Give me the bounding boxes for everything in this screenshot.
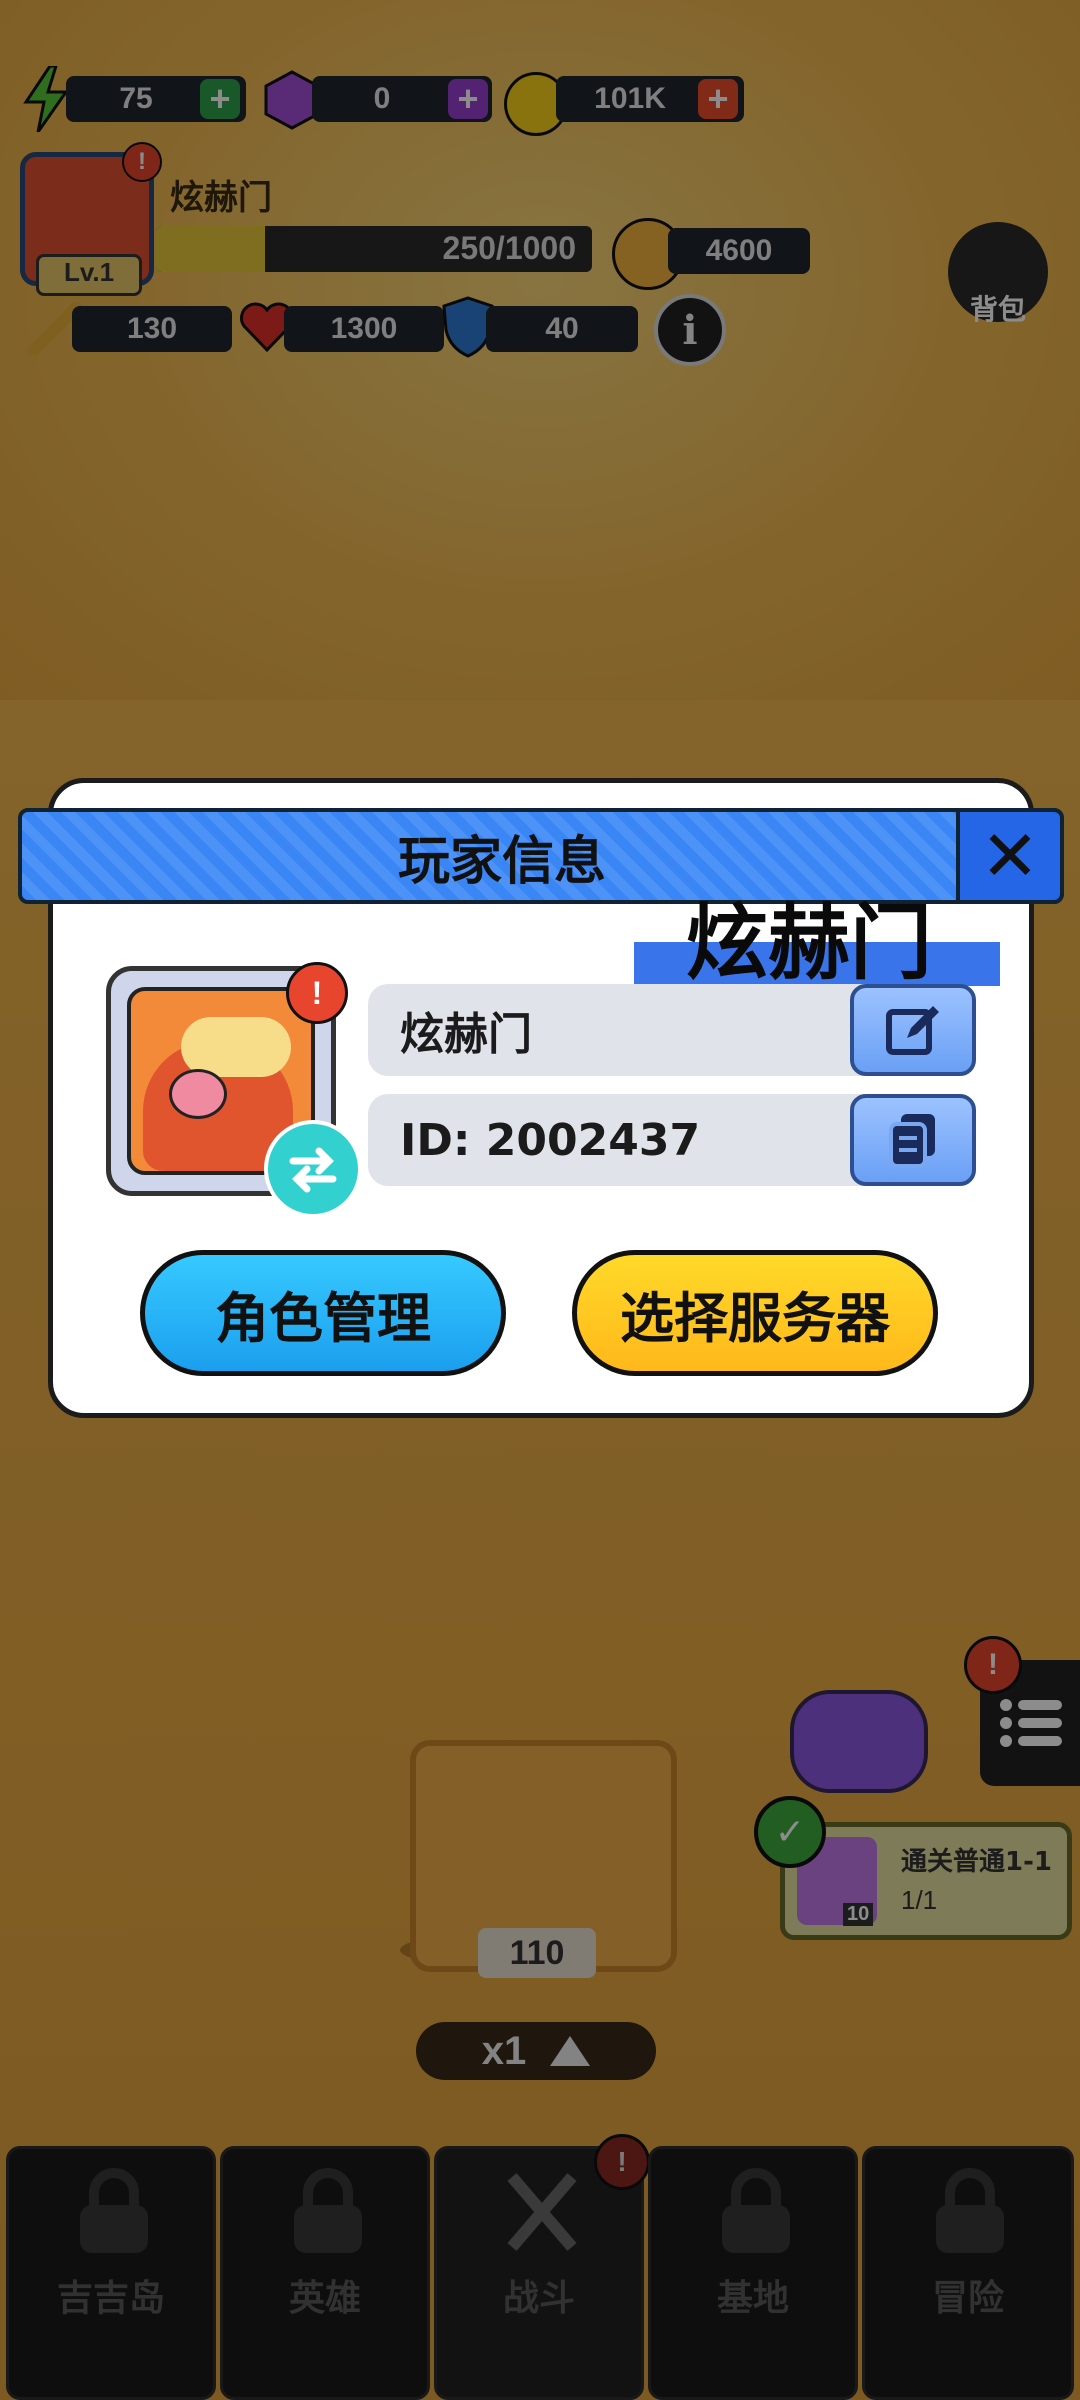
role-management-label: 角色管理 [215,1286,431,1350]
name-overlay-text: 炫赫门 [686,896,933,991]
select-server-label: 选择服务器 [620,1286,890,1350]
character-hair [181,1017,291,1077]
avatar-edit-alert-icon: ! [286,962,348,1024]
edit-icon [886,1006,939,1055]
player-id-value: ID: 2002437 [400,1114,701,1166]
player-name-value: 炫赫门 [400,1009,532,1060]
swap-icon [289,1147,337,1193]
select-server-button[interactable]: 选择服务器 [572,1250,938,1376]
copy-id-button[interactable] [850,1094,976,1186]
role-management-button[interactable]: 角色管理 [140,1250,506,1376]
edit-name-button[interactable] [850,984,976,1076]
swap-avatar-button[interactable] [264,1120,362,1218]
close-icon: ✕ [980,815,1040,897]
copy-icon [889,1114,935,1168]
close-button[interactable]: ✕ [956,808,1064,904]
character-snout [169,1069,227,1119]
